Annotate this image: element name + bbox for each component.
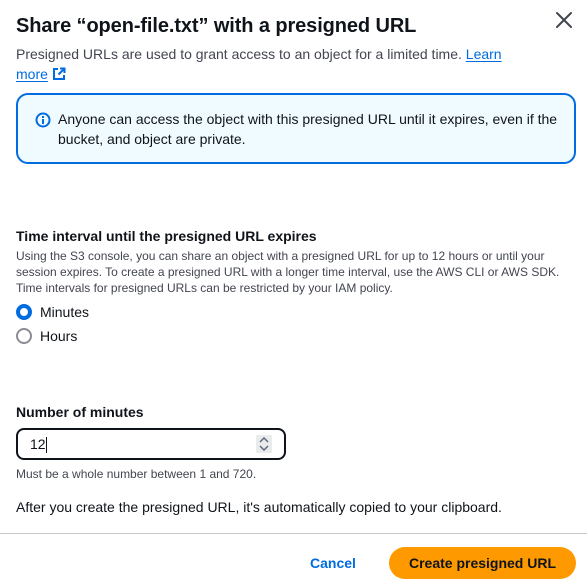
create-presigned-url-button[interactable]: Create presigned URL [389,547,576,579]
clipboard-note: After you create the presigned URL, it's… [16,499,502,515]
modal-title: Share “open-file.txt” with a presigned U… [16,15,417,37]
minutes-section: Number of minutes Must be a whole number… [16,402,576,482]
time-interval-label: Time interval until the presigned URL ex… [16,228,317,244]
close-icon [555,11,573,34]
minutes-hint: Must be a whole number between 1 and 720… [16,467,257,481]
time-interval-section: Time interval until the presigned URL ex… [16,226,576,348]
cancel-button[interactable]: Cancel [296,547,370,579]
info-alert: Anyone can access the object with this p… [16,93,576,164]
minutes-input[interactable] [18,430,248,458]
radio-minutes[interactable]: Minutes [16,300,576,324]
minutes-input-wrapper [16,428,286,460]
modal-subtitle: Presigned URLs are used to grant access … [16,44,516,86]
close-button[interactable] [552,10,576,34]
presigned-url-modal: Share “open-file.txt” with a presigned U… [0,0,587,588]
time-interval-description: Using the S3 console, you can share an o… [16,249,560,295]
modal-footer: Cancel Create presigned URL [0,533,587,588]
chevron-up-icon[interactable] [259,437,269,443]
clipboard-note-section: After you create the presigned URL, it's… [16,497,576,517]
chevron-down-icon[interactable] [259,445,269,451]
radio-label-minutes: Minutes [40,304,90,320]
text-cursor [46,437,47,453]
time-unit-radio-group: Minutes Hours [16,300,576,348]
radio-button-unchecked[interactable] [16,328,32,344]
info-icon [35,112,51,128]
radio-hours[interactable]: Hours [16,324,576,348]
alert-text: Anyone can access the object with this p… [58,111,558,147]
radio-label-hours: Hours [40,328,78,344]
minutes-label: Number of minutes [16,404,144,420]
number-stepper[interactable] [256,435,272,453]
external-link-icon [52,66,66,86]
modal-header: Share “open-file.txt” with a presigned U… [16,12,571,86]
subtitle-text: Presigned URLs are used to grant access … [16,46,462,62]
radio-button-checked[interactable] [16,304,32,320]
